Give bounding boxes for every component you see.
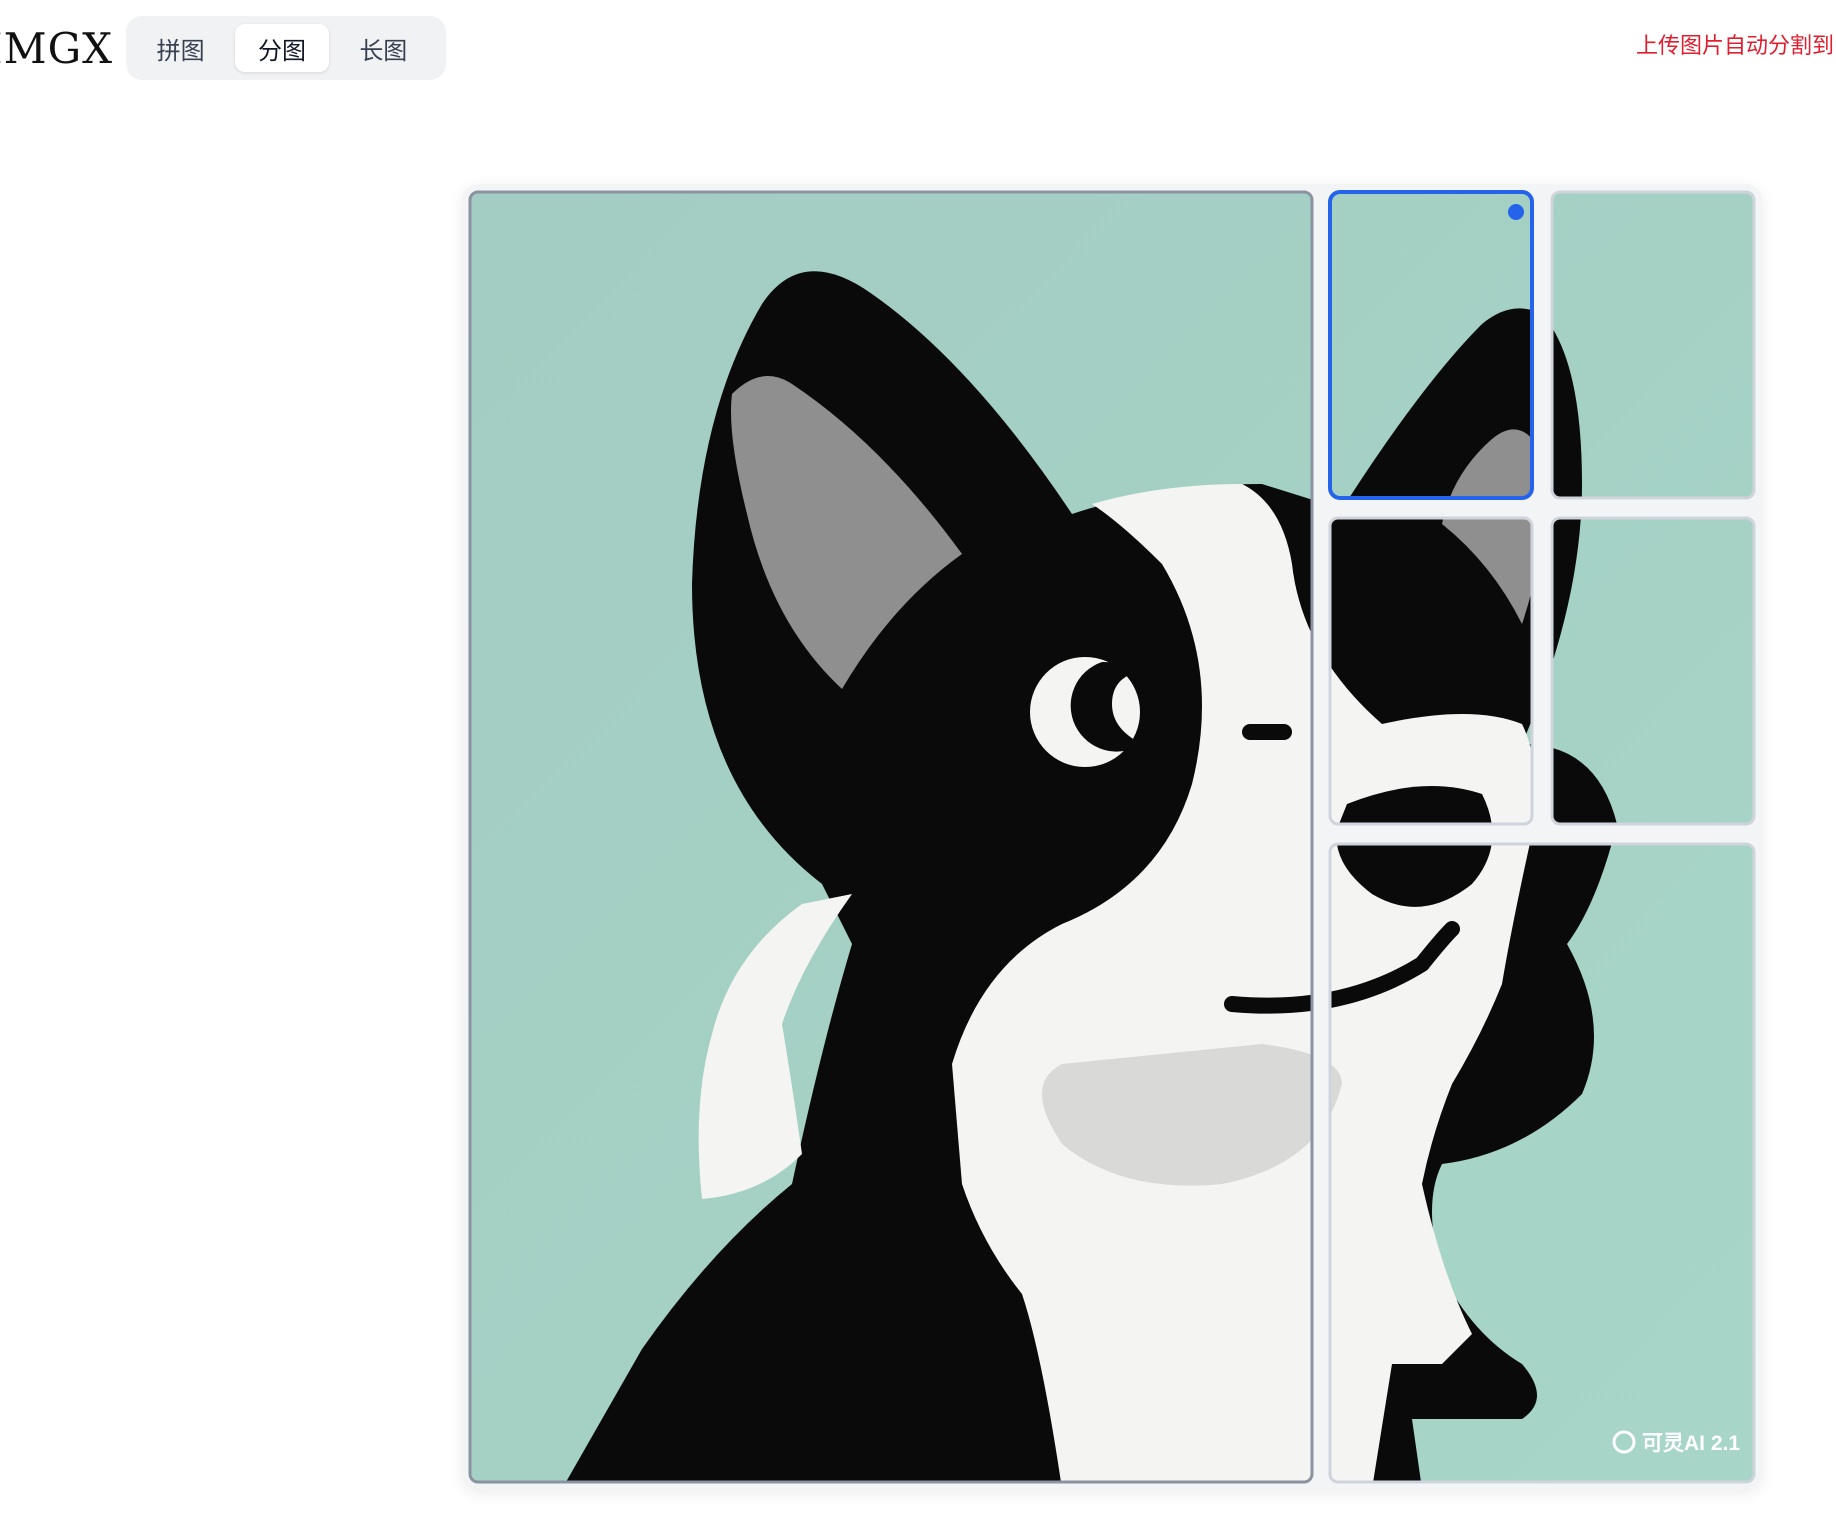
tab-long-image[interactable]: 长图 bbox=[337, 24, 430, 72]
mode-tabs: 拼图 分图 长图 bbox=[126, 16, 446, 80]
top-bar: IMGX 拼图 分图 长图 上传图片自动分割到 bbox=[0, 0, 1836, 100]
app-logo: IMGX bbox=[0, 24, 114, 73]
split-grid: 可灵AI 2.1 bbox=[462, 184, 1762, 1489]
split-grid-canvas: 可灵AI 2.1 bbox=[468, 190, 1756, 1484]
upload-hint: 上传图片自动分割到 bbox=[1636, 34, 1835, 59]
tab-collage[interactable]: 拼图 bbox=[134, 24, 227, 72]
watermark-text: 可灵AI 2.1 bbox=[1642, 1432, 1740, 1455]
tab-split[interactable]: 分图 bbox=[235, 24, 329, 72]
selected-indicator-icon bbox=[1508, 204, 1524, 220]
